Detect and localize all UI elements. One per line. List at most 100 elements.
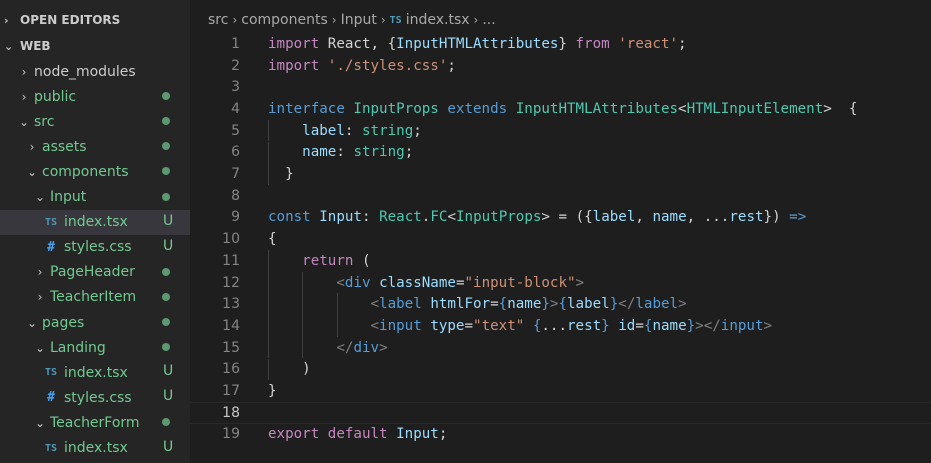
tree-folder-item[interactable]: ⌄ Landing	[0, 335, 190, 360]
line-number: 5	[231, 122, 240, 139]
chevron-right-icon: ›	[21, 89, 27, 104]
line-number: 16	[222, 361, 240, 378]
code-text: const Input: React.FC<InputProps> = ({la…	[268, 209, 807, 226]
git-modified-dot	[162, 92, 170, 101]
tree-folder-item[interactable]: ⌄ pages	[0, 310, 190, 335]
code-line[interactable]: 6 name: string;	[190, 141, 931, 164]
tree-folder-item[interactable]: › public	[0, 84, 190, 109]
git-untracked-badge: U	[163, 237, 174, 254]
tree-folder-item[interactable]: › TeacherItem	[0, 285, 190, 310]
tree-file-item[interactable]: TS index.tsx U	[0, 209, 190, 235]
code-text: {	[268, 231, 277, 248]
tree-item-label: public	[34, 88, 77, 105]
tree-item-label: index.tsx	[64, 440, 128, 456]
breadcrumb-ellipsis[interactable]: ...	[482, 12, 495, 28]
git-untracked-badge: U	[163, 363, 174, 380]
open-editors-section[interactable]: › OPEN EDITORS	[0, 9, 190, 31]
breadcrumb-item-src[interactable]: src	[208, 12, 228, 28]
tree-folder-item[interactable]: ⌄ src	[0, 109, 190, 134]
code-text: </div>	[336, 339, 388, 356]
code-line[interactable]: 8	[190, 185, 931, 207]
code-line[interactable]: 2 import './styles.css';	[190, 55, 931, 77]
git-modified-dot	[162, 192, 170, 201]
code-line[interactable]: 16 )	[190, 358, 931, 381]
line-number: 10	[222, 231, 240, 248]
tree-file-item[interactable]: # styles.css U	[0, 235, 190, 260]
code-line[interactable]: 19 export default Input;	[190, 424, 931, 446]
line-number: 4	[231, 100, 240, 117]
line-number: 15	[222, 339, 240, 356]
code-line[interactable]: 5 label: string;	[190, 119, 931, 142]
tree-item-label: assets	[42, 138, 87, 155]
open-editors-label: OPEN EDITORS	[20, 13, 121, 27]
git-modified-dot	[162, 292, 170, 301]
tree-item-label: Input	[50, 189, 87, 205]
tree-item-label: Landing	[50, 339, 106, 356]
code-text: label: string;	[302, 122, 422, 139]
tree-item-label: components	[42, 163, 129, 180]
line-number: 11	[222, 252, 240, 269]
code-line[interactable]: 10 {	[190, 228, 931, 250]
git-untracked-badge: U	[163, 212, 174, 229]
tree-file-item[interactable]: TS index.tsx U	[0, 436, 190, 461]
code-text: export default Input;	[268, 426, 448, 443]
typescript-file-icon: TS	[44, 367, 58, 379]
code-line[interactable]: 14 <input type="text" {...rest} id={name…	[190, 315, 931, 337]
indent-guide	[268, 119, 269, 142]
code-line[interactable]: 3	[190, 76, 931, 98]
line-number: 18	[222, 404, 240, 421]
code-line[interactable]: 1 import React, {InputHTMLAttributes} fro…	[190, 33, 931, 55]
code-text: import './styles.css';	[268, 57, 456, 74]
code-line[interactable]: 13 <label htmlFor={name}>{label}</label>	[190, 293, 931, 316]
indent-guide	[336, 293, 338, 316]
code-line[interactable]: 17}	[190, 380, 931, 402]
tree-folder-item[interactable]: ⌄ TeacherForm	[0, 410, 190, 435]
code-line[interactable]: 11 return (	[190, 250, 931, 272]
chevron-right-icon: ›	[37, 290, 43, 305]
code-editor[interactable]: 1 import React, {InputHTMLAttributes} fro…	[190, 33, 931, 463]
indent-guide	[302, 336, 304, 359]
typescript-file-icon: TS	[44, 216, 58, 228]
typescript-file-icon: TS	[389, 14, 402, 26]
breadcrumb-item-input[interactable]: Input	[341, 12, 377, 28]
chevron-right-icon: ›	[37, 265, 43, 280]
line-number: 2	[231, 57, 240, 74]
code-line[interactable]: 15 </div>	[190, 336, 931, 359]
tree-folder-item[interactable]: › PageHeader	[0, 260, 190, 285]
tree-folder-item[interactable]: › assets	[0, 134, 190, 159]
chevron-down-icon: ⌄	[34, 340, 46, 355]
breadcrumb: src › components › Input › TS index.tsx …	[190, 9, 496, 31]
breadcrumb-item-file[interactable]: index.tsx	[406, 12, 470, 28]
explorer-sidebar: › OPEN EDITORS ⌄ WEB › node_modules › publi…	[0, 0, 190, 463]
tree-folder-item[interactable]: ⌄ components	[0, 159, 190, 184]
code-line[interactable]: 18	[190, 401, 931, 424]
tree-file-item[interactable]: TS index.tsx U	[0, 360, 190, 385]
line-number: 12	[222, 274, 240, 291]
line-number: 9	[231, 209, 240, 226]
chevron-right-icon: ›	[29, 139, 35, 154]
chevron-right-icon: ›	[473, 13, 479, 27]
code-line[interactable]: 7 }	[190, 163, 931, 185]
workspace-section[interactable]: ⌄ WEB	[0, 35, 190, 57]
indent-guide	[268, 358, 269, 381]
chevron-down-icon: ⌄	[34, 415, 46, 430]
workspace-label: WEB	[20, 39, 51, 53]
code-text: )	[268, 361, 311, 378]
code-line[interactable]: 12 <div className="input-block">	[190, 271, 931, 294]
code-text: <div className="input-block">	[336, 274, 585, 291]
breadcrumb-item-components[interactable]: components	[241, 12, 328, 28]
tree-folder-item[interactable]: ⌄ Input	[0, 185, 190, 210]
code-line[interactable]: 9 const Input: React.FC<InputProps> = ({l…	[190, 207, 931, 229]
tree-file-item[interactable]: # styles.css U	[0, 385, 190, 410]
typescript-file-icon: TS	[44, 442, 58, 454]
tree-folder-item[interactable]: › node_modules	[0, 59, 190, 84]
tree-item-label: src	[34, 113, 55, 130]
tree-item-label: styles.css	[64, 239, 132, 256]
indent-guide	[268, 141, 269, 164]
code-line[interactable]: 4 interface InputProps extends InputHTMLA…	[190, 98, 931, 120]
code-text: }	[268, 166, 294, 183]
line-number: 19	[222, 426, 240, 443]
chevron-right-icon: ›	[380, 13, 386, 27]
chevron-right-icon: ›	[21, 64, 27, 79]
git-untracked-badge: U	[163, 388, 174, 405]
